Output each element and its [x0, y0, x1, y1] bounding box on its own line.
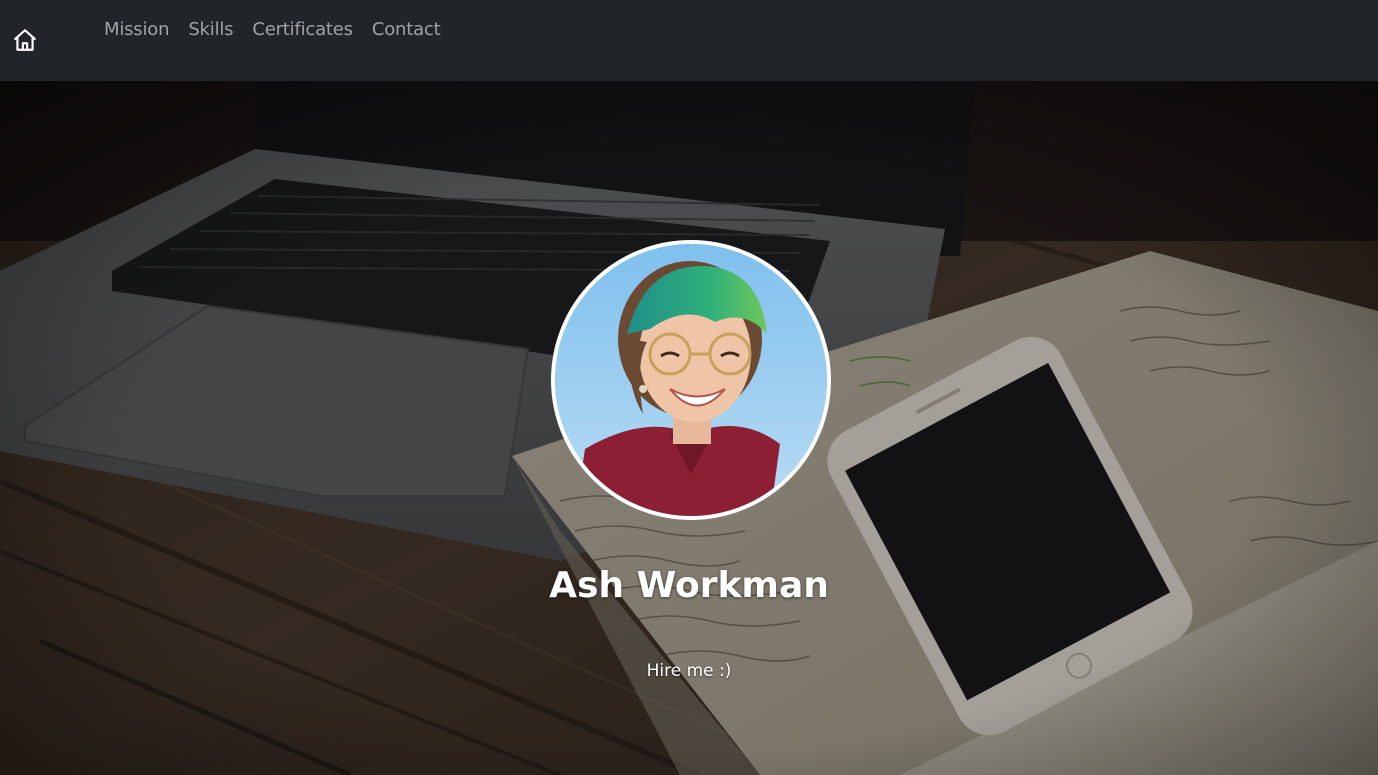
- navbar: Mission Skills Certificates Contact: [0, 0, 1378, 81]
- nav-link-contact[interactable]: Contact: [372, 18, 441, 42]
- nav-link-certificates[interactable]: Certificates: [252, 18, 353, 42]
- house-icon: [14, 29, 36, 51]
- nav-link-mission[interactable]: Mission: [104, 18, 170, 42]
- nav-link-skills[interactable]: Skills: [188, 18, 233, 42]
- profile-photo: [555, 244, 827, 516]
- profile-avatar: [551, 240, 831, 520]
- nav-links: Mission Skills Certificates Contact: [104, 18, 459, 42]
- hero-section: Ash Workman Hire me :): [0, 81, 1378, 775]
- hire-me-text: Hire me :): [646, 661, 732, 681]
- hero-name: Ash Workman: [549, 565, 829, 606]
- home-link[interactable]: [12, 27, 38, 53]
